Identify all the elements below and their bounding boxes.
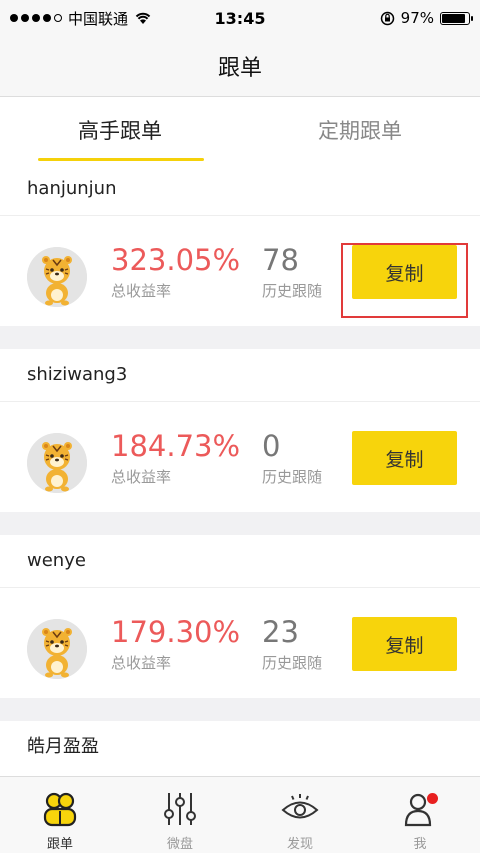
follower-label: 历史跟随 xyxy=(262,282,323,300)
rotation-lock-icon xyxy=(380,11,394,25)
trader-stats: 184.73% 总收益率 0 历史跟随 复制 xyxy=(0,402,480,512)
notification-badge xyxy=(427,793,438,804)
trader-name[interactable]: 皓月盈盈 xyxy=(0,721,480,773)
avatar[interactable] xyxy=(27,247,87,307)
copy-button[interactable]: 复制 xyxy=(352,431,457,485)
tiger-avatar-icon xyxy=(27,247,87,307)
tab-expert-follow[interactable]: 高手跟单 xyxy=(0,97,240,163)
trader-name[interactable]: wenye xyxy=(0,535,480,588)
tabbar-item-follow[interactable]: 跟单 xyxy=(0,777,120,853)
tabbar-item-discover[interactable]: 发现 xyxy=(240,777,360,853)
trader-name[interactable]: shiziwang3 xyxy=(0,349,480,402)
follower-label: 历史跟随 xyxy=(262,654,323,672)
tabbar-item-minidisk[interactable]: 微盘 xyxy=(120,777,240,853)
tabbar-label: 微盘 xyxy=(166,837,193,852)
page-title: 跟单 xyxy=(217,56,262,81)
eye-icon xyxy=(281,794,319,819)
return-label: 总收益率 xyxy=(111,654,172,672)
user-icon-wrap xyxy=(400,789,440,829)
battery-icon xyxy=(440,11,473,25)
avatar[interactable] xyxy=(27,619,87,679)
follower-count: 0 xyxy=(262,429,281,463)
battery-percent: 97% xyxy=(400,9,434,27)
bottom-tab-bar: 跟单 微盘 发现 我 xyxy=(0,776,480,853)
tabbar-label: 我 xyxy=(413,837,427,852)
return-label: 总收益率 xyxy=(111,282,172,300)
trader-card: wenye 179.30% 总收益率 23 历史跟随 复制 xyxy=(0,535,480,698)
status-left: 中国联通 xyxy=(10,8,152,29)
copy-button[interactable]: 复制 xyxy=(352,617,457,671)
tab-scheduled-follow[interactable]: 定期跟单 xyxy=(240,97,480,163)
carrier-label: 中国联通 xyxy=(68,9,129,28)
tabbar-item-me[interactable]: 我 xyxy=(360,777,480,853)
return-percent: 179.30% xyxy=(111,615,241,649)
tiger-avatar-icon xyxy=(27,619,87,679)
signal-icon xyxy=(10,14,62,22)
trader-card: shiziwang3 184.73% 总收益率 0 历史跟随 复制 xyxy=(0,349,480,512)
nav-bar: 跟单 xyxy=(0,36,480,97)
people-icon xyxy=(43,792,77,827)
return-percent: 323.05% xyxy=(111,243,241,277)
segmented-tabs: 高手跟单 定期跟单 xyxy=(0,97,480,163)
return-label: 总收益率 xyxy=(111,468,172,486)
wifi-icon xyxy=(135,12,151,24)
return-percent: 184.73% xyxy=(111,429,241,463)
trader-name[interactable]: hanjunjun xyxy=(0,163,480,216)
trader-card: 皓月盈盈 xyxy=(0,721,480,776)
sliders-icon xyxy=(164,793,196,825)
tiger-avatar-icon xyxy=(27,433,87,493)
follower-count: 78 xyxy=(262,243,299,277)
status-right: 97% xyxy=(380,9,473,27)
follower-label: 历史跟随 xyxy=(262,468,323,486)
follower-count: 23 xyxy=(262,615,299,649)
highlight-box xyxy=(341,243,468,318)
avatar[interactable] xyxy=(27,433,87,493)
tabbar-label: 发现 xyxy=(286,837,313,852)
tabbar-label: 跟单 xyxy=(46,837,73,852)
trader-stats: 179.30% 总收益率 23 历史跟随 复制 xyxy=(0,588,480,698)
status-bar: 中国联通 13:45 97% xyxy=(0,0,480,36)
status-time: 13:45 xyxy=(214,8,266,28)
